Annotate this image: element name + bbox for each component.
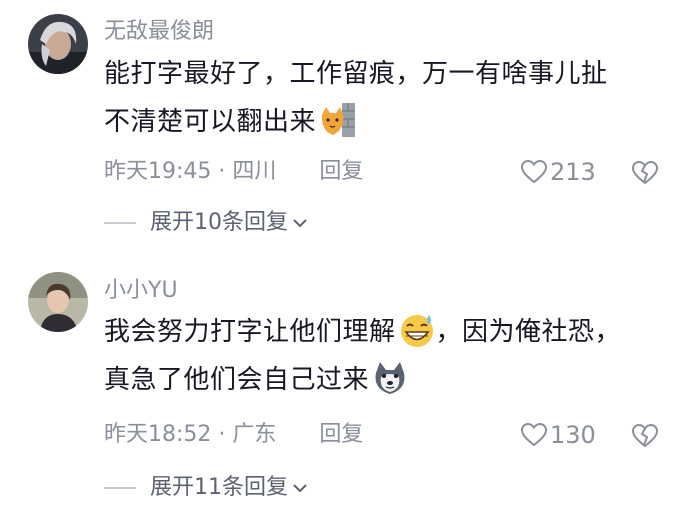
comment-text: 能打字最好了，工作留痕，万一有啥事儿扯 不清楚可以翻出来 (104, 50, 674, 146)
like-button[interactable]: 130 (520, 420, 596, 450)
like-count: 130 (550, 421, 596, 449)
expand-replies-button[interactable]: 展开11条回复 (104, 473, 308, 503)
laughing-sweat-emoji (398, 311, 436, 349)
username[interactable]: 小小YU (104, 276, 178, 306)
avatar[interactable] (28, 272, 88, 332)
broken-heart-icon[interactable] (631, 160, 659, 186)
broken-heart-icon[interactable] (631, 423, 659, 449)
comment-text: 我会努力打字让他们理解 ，因为俺社恐， 真急了他们会自己过来 (104, 308, 674, 404)
comment-line: 我会努力打字让他们理解 ，因为俺社恐， (104, 308, 674, 356)
separator-dot: · (218, 159, 233, 184)
like-count: 213 (550, 158, 596, 186)
username[interactable]: 无敌最俊朗 (104, 17, 214, 47)
comment-line-text: 真急了他们会自己过来 (104, 365, 370, 395)
heart-outline-icon (520, 159, 548, 184)
heart-outline-icon (520, 422, 548, 447)
avatar[interactable] (28, 14, 88, 74)
comment-meta: 昨天18:52 · 广东 回复 (104, 420, 363, 450)
like-button[interactable]: 213 (520, 157, 596, 187)
comment-line-2: 真急了他们会自己过来 (104, 356, 674, 404)
divider-dash (104, 222, 136, 224)
comment-line-text: 我会努力打字让他们理解 (104, 317, 396, 347)
reply-button[interactable]: 回复 (319, 159, 363, 184)
divider-dash (104, 487, 136, 489)
comment-time: 昨天19:45 (104, 159, 212, 184)
comment-time: 昨天18:52 (104, 422, 212, 447)
comment-line-text: 不清楚可以翻出来 (104, 107, 317, 137)
chevron-down-icon (292, 217, 308, 229)
comment-location: 四川 (232, 159, 277, 184)
chevron-down-icon (292, 482, 308, 494)
expand-replies-button[interactable]: 展开10条回复 (104, 208, 308, 238)
comment-item: 小小YU 我会努力打字让他们理解 ，因为俺社恐， 真急了他们会自己过来 昨天18… (0, 262, 690, 524)
separator-dot: · (218, 422, 233, 447)
comment-line-text: ，因为俺社恐， (435, 317, 622, 347)
cat-peek-emoji (318, 101, 356, 139)
comment-item: 无敌最俊朗 能打字最好了，工作留痕，万一有啥事儿扯 不清楚可以翻出来 昨天19:… (0, 0, 690, 262)
comment-line-2: 不清楚可以翻出来 (104, 98, 674, 146)
comment-location: 广东 (232, 422, 277, 447)
comment-meta: 昨天19:45 · 四川 回复 (104, 157, 363, 187)
expand-replies-label: 展开10条回复 (150, 210, 288, 235)
comment-line: 能打字最好了，工作留痕，万一有啥事儿扯 (104, 59, 608, 89)
reply-button[interactable]: 回复 (319, 422, 363, 447)
expand-replies-label: 展开11条回复 (150, 475, 288, 500)
husky-dog-emoji (371, 359, 409, 397)
